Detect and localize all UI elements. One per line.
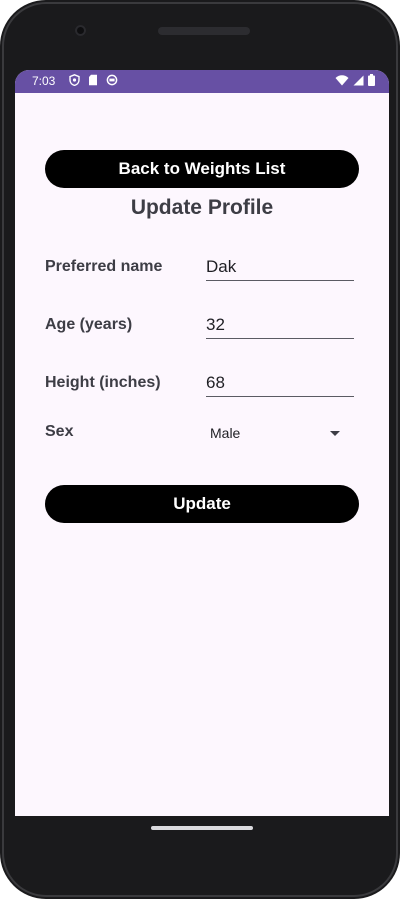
status-bar: 7:03 bbox=[15, 70, 389, 93]
update-button[interactable]: Update bbox=[45, 485, 359, 523]
page-title: Update Profile bbox=[130, 196, 274, 219]
height-value: 68 bbox=[206, 373, 225, 392]
app-screen: 7:03 Back to Weights List Update Profile… bbox=[15, 70, 389, 816]
chevron-down-icon bbox=[330, 431, 340, 436]
sex-label: Sex bbox=[45, 423, 74, 440]
height-input[interactable]: 68 bbox=[206, 373, 354, 397]
earpiece-speaker bbox=[158, 27, 250, 35]
phone-frame: 7:03 Back to Weights List Update Profile… bbox=[0, 0, 400, 899]
sd-card-icon bbox=[88, 74, 98, 89]
battery-icon bbox=[368, 74, 375, 89]
back-to-weights-list-button[interactable]: Back to Weights List bbox=[45, 150, 359, 188]
sync-icon bbox=[106, 74, 118, 89]
sex-dropdown[interactable]: Male bbox=[206, 422, 354, 444]
age-value: 32 bbox=[206, 315, 225, 334]
preferred-name-label: Preferred name bbox=[45, 258, 163, 275]
home-indicator[interactable] bbox=[151, 826, 253, 830]
age-input[interactable]: 32 bbox=[206, 315, 354, 339]
height-label: Height (inches) bbox=[45, 374, 161, 391]
wifi-icon bbox=[335, 74, 349, 89]
age-label: Age (years) bbox=[45, 316, 133, 333]
status-time: 7:03 bbox=[32, 74, 56, 88]
shield-icon bbox=[69, 74, 80, 89]
sex-selected-value: Male bbox=[210, 425, 241, 441]
preferred-name-input[interactable]: Dak bbox=[206, 257, 354, 281]
front-camera bbox=[75, 25, 86, 36]
status-icons-left bbox=[69, 74, 118, 89]
signal-icon bbox=[353, 75, 364, 89]
preferred-name-value: Dak bbox=[206, 257, 237, 276]
gesture-nav-bar bbox=[0, 816, 400, 899]
status-icons-right bbox=[335, 74, 375, 89]
